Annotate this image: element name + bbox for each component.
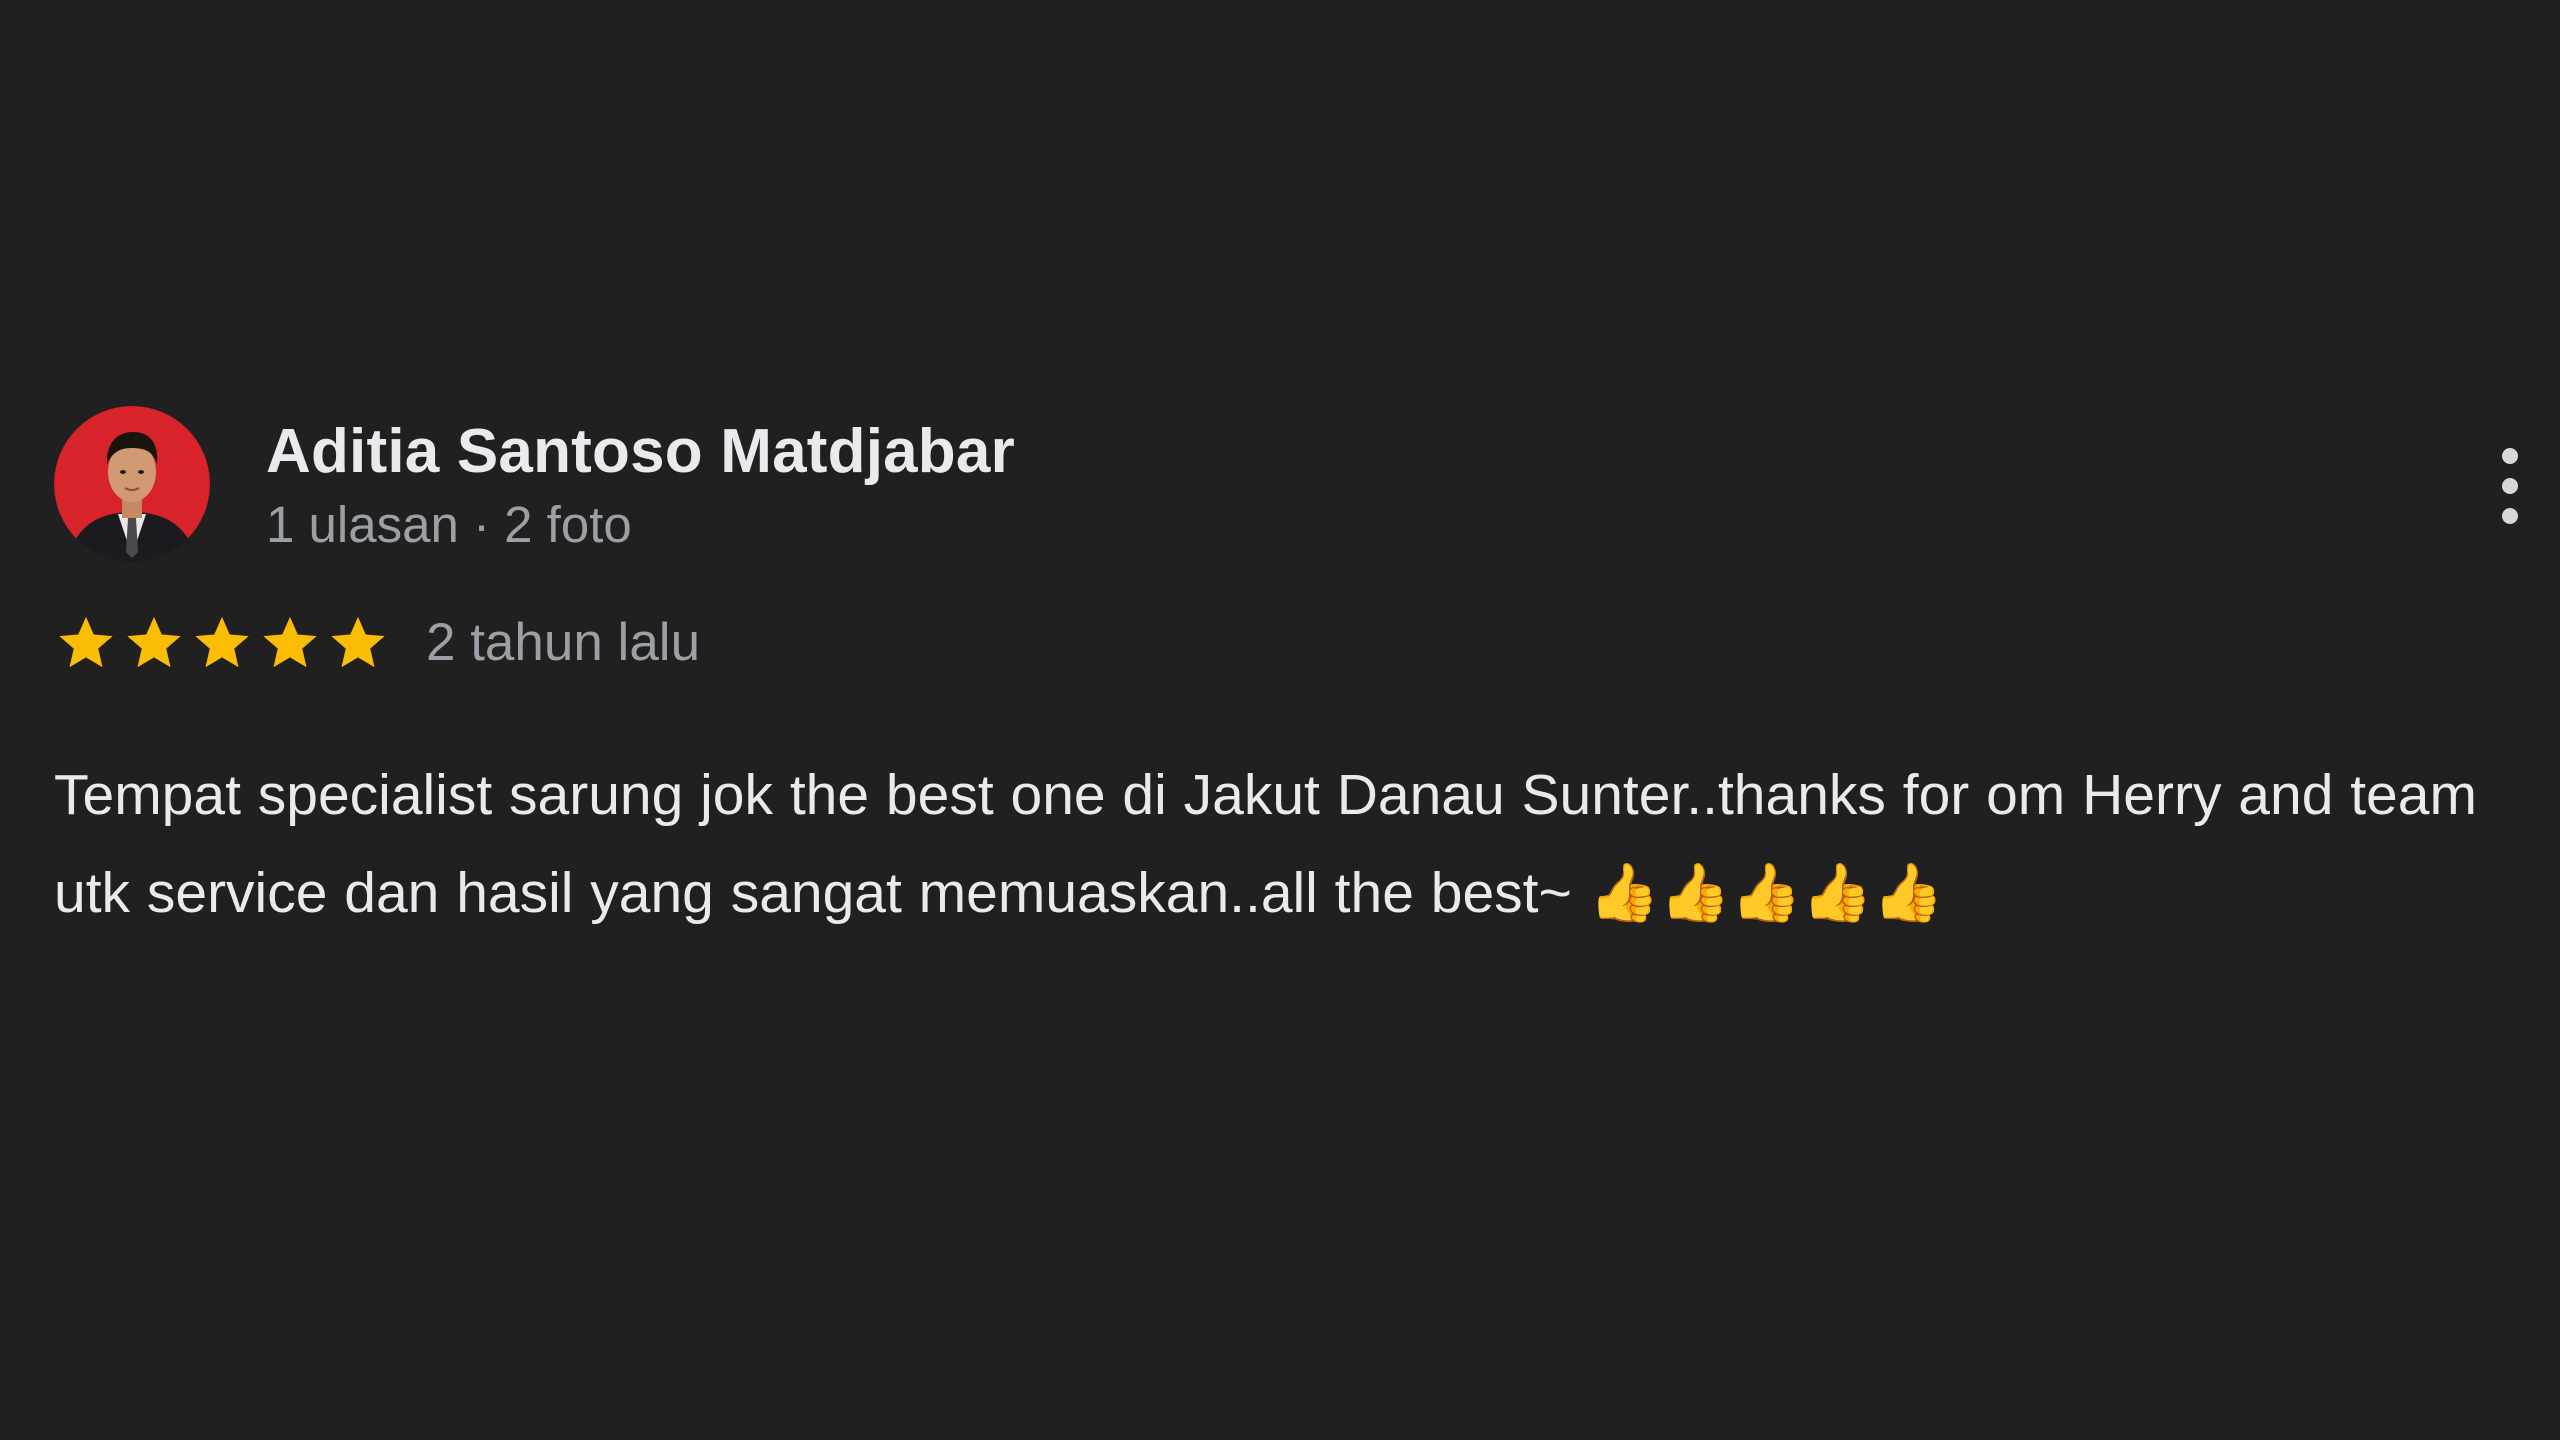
star-icon	[127, 616, 181, 668]
review-text: Tempat specialist sarung jok the best on…	[54, 763, 2494, 925]
rating-row: 2 tahun lalu	[54, 608, 700, 678]
author-name[interactable]: Aditia Santoso Matdjabar	[266, 410, 1015, 494]
author-meta: 1 ulasan · 2 foto	[266, 496, 632, 553]
review-card: Aditia Santoso Matdjabar 1 ulasan · 2 fo…	[54, 406, 2518, 925]
star-icon	[59, 616, 113, 668]
star-icon	[331, 616, 385, 668]
review-header: Aditia Santoso Matdjabar 1 ulasan · 2 fo…	[54, 406, 2518, 672]
author-info: Aditia Santoso Matdjabar 1 ulasan · 2 fo…	[266, 410, 1015, 556]
more-options-button[interactable]	[2478, 440, 2542, 536]
review-date: 2 tahun lalu	[426, 613, 701, 672]
profile-photo-icon	[54, 406, 210, 562]
avatar[interactable]	[54, 406, 210, 562]
star-icon	[263, 616, 317, 668]
more-vert-icon	[2502, 448, 2518, 524]
star-icon	[195, 616, 249, 668]
star-rating	[54, 611, 390, 675]
